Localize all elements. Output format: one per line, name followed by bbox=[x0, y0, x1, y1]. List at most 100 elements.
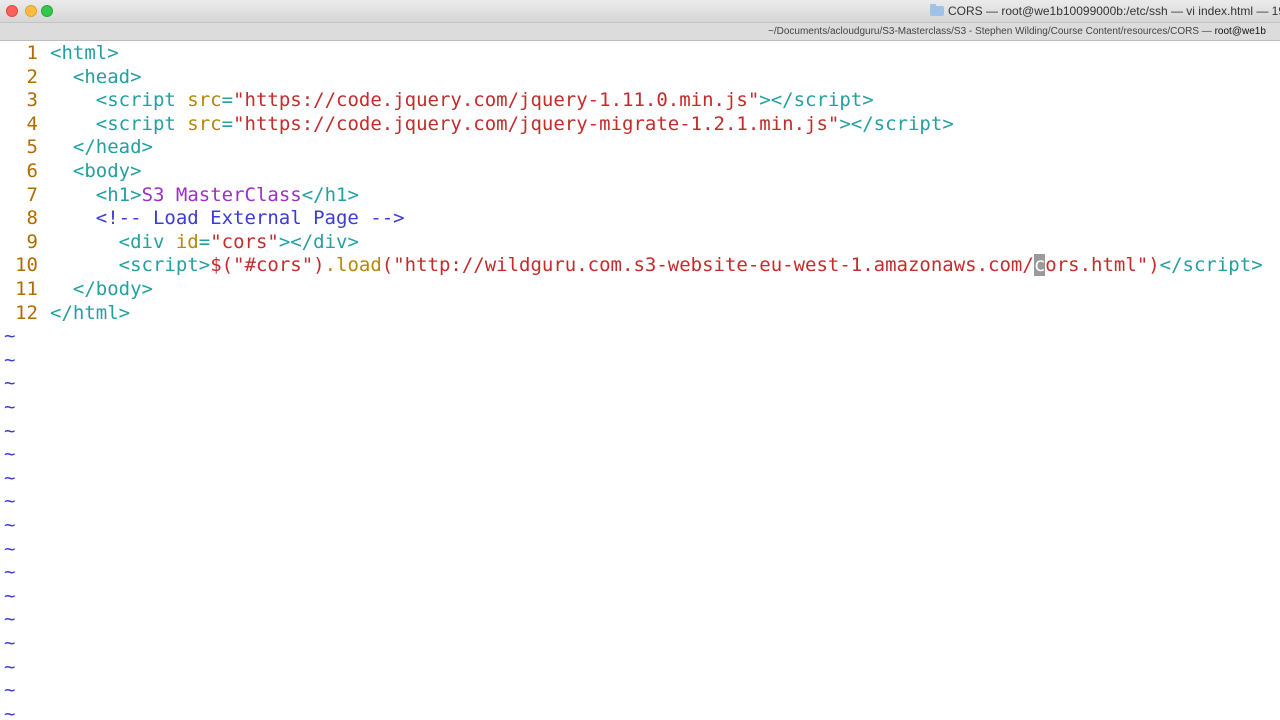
code-text: <body> bbox=[50, 160, 142, 183]
empty-line-marker: ~ bbox=[4, 632, 16, 654]
code-token: h1 bbox=[107, 183, 131, 206]
code-line[interactable]: 8 <!-- Load External Page --> bbox=[0, 207, 405, 230]
empty-line-marker: ~ bbox=[4, 419, 16, 442]
close-window-button[interactable] bbox=[6, 5, 18, 17]
title-bar[interactable]: CORS — root@we1b10099000b:/etc/ssh — vi … bbox=[0, 0, 1280, 23]
code-text: </body> bbox=[50, 278, 153, 301]
code-token: head bbox=[84, 65, 131, 88]
code-text: <script>$("#cors").load("http://wildguru… bbox=[50, 254, 1263, 277]
code-line[interactable]: 11 </body> bbox=[0, 278, 153, 301]
code-token: = bbox=[198, 230, 211, 253]
tab-title[interactable]: ~/Documents/acloudguru/S3-Masterclass/S3… bbox=[768, 26, 1266, 37]
code-token: html bbox=[61, 42, 108, 64]
code-token: </ bbox=[72, 278, 96, 300]
code-token: = bbox=[221, 112, 234, 135]
code-text: </head> bbox=[50, 136, 153, 159]
code-token: body bbox=[84, 160, 131, 182]
code-token: ("http://wildguru.com.s3-website-eu-west… bbox=[381, 254, 1034, 277]
code-token: > bbox=[347, 183, 359, 206]
code-token: = bbox=[221, 89, 234, 112]
code-line[interactable]: 4 <script src="https://code.jquery.com/j… bbox=[0, 113, 954, 136]
code-token: > bbox=[141, 136, 153, 159]
empty-line-marker: ~ bbox=[4, 514, 16, 536]
code-token: "https://code.jquery.com/jquery-1.11.0.m… bbox=[233, 89, 760, 112]
empty-line-marker: ~ bbox=[4, 372, 16, 395]
code-token: ></ bbox=[278, 230, 314, 253]
code-token: > bbox=[198, 254, 211, 277]
code-token: > bbox=[862, 89, 874, 112]
code-token: script bbox=[793, 89, 863, 112]
empty-line-marker: ~ bbox=[4, 679, 16, 702]
text-cursor: c bbox=[1033, 254, 1046, 277]
line-number: 6 bbox=[26, 160, 38, 182]
empty-line-marker: ~ bbox=[4, 702, 16, 720]
code-token: ors.html") bbox=[1045, 254, 1160, 277]
vi-editor[interactable]: 1 <html> 2 <head> 3 <script src="https://co… bbox=[0, 41, 1280, 720]
code-token: .load bbox=[324, 254, 382, 277]
minimize-window-button[interactable] bbox=[25, 5, 37, 17]
line-number: 4 bbox=[26, 112, 38, 135]
code-line[interactable]: 7 <h1>S3 MasterClass</h1> bbox=[0, 184, 359, 207]
code-token: > bbox=[118, 301, 131, 324]
code-text: <html> bbox=[50, 42, 119, 65]
code-token: "cors" bbox=[210, 230, 279, 253]
code-line[interactable]: 10 <script>$("#cors").load("http://wildg… bbox=[0, 254, 1263, 277]
code-token: head bbox=[95, 136, 142, 159]
terminal-window: CORS — root@we1b10099000b:/etc/ssh — vi … bbox=[0, 0, 1280, 720]
maximize-window-button[interactable] bbox=[41, 5, 53, 17]
code-line[interactable]: 2 <head> bbox=[0, 66, 142, 89]
empty-line-marker: ~ bbox=[4, 466, 16, 489]
code-text: </html> bbox=[50, 302, 130, 325]
code-line[interactable]: 1 <html> bbox=[0, 42, 119, 65]
code-text: <script src="https://code.jquery.com/jqu… bbox=[50, 89, 874, 112]
terminal-tab-bar[interactable]: ~/Documents/acloudguru/S3-Masterclass/S3… bbox=[0, 23, 1280, 41]
empty-line-marker: ~ bbox=[4, 325, 16, 348]
empty-line-marker: ~ bbox=[4, 443, 16, 466]
empty-line-marker: ~ bbox=[4, 396, 16, 418]
code-token: script bbox=[130, 254, 199, 277]
window-title-text: CORS — root@we1b10099000b:/etc/ssh — vi … bbox=[948, 4, 1280, 18]
empty-line-marker: ~ bbox=[4, 608, 16, 631]
code-token: ></ bbox=[839, 112, 874, 135]
code-token: < bbox=[50, 42, 62, 64]
code-line[interactable]: 6 <body> bbox=[0, 160, 142, 183]
code-text: <h1>S3 MasterClass</h1> bbox=[50, 184, 359, 207]
code-token: > bbox=[130, 160, 142, 182]
code-line[interactable]: 5 </head> bbox=[0, 136, 153, 159]
empty-line-marker: ~ bbox=[4, 584, 16, 607]
code-token: src bbox=[175, 112, 222, 135]
tab-path: ~/Documents/acloudguru/S3-Masterclass/S3… bbox=[768, 26, 1200, 37]
empty-line-marker: ~ bbox=[4, 490, 16, 513]
line-number: 2 bbox=[26, 65, 38, 88]
tab-separator: — bbox=[1199, 26, 1215, 37]
code-token: $("#cors") bbox=[210, 254, 325, 277]
code-text: <script src="https://code.jquery.com/jqu… bbox=[50, 113, 954, 136]
code-token: > bbox=[347, 230, 359, 253]
code-line[interactable]: 3 <script src="https://code.jquery.com/j… bbox=[0, 89, 874, 112]
code-token: > bbox=[130, 65, 142, 88]
line-number: 5 bbox=[26, 136, 38, 159]
code-token: html bbox=[72, 301, 119, 324]
code-token: < bbox=[95, 112, 108, 135]
code-token: id bbox=[164, 230, 199, 253]
empty-line-marker: ~ bbox=[4, 655, 16, 678]
code-token: < bbox=[95, 183, 108, 206]
window-title: CORS — root@we1b10099000b:/etc/ssh — vi … bbox=[930, 4, 1280, 18]
code-line[interactable]: 9 <div id="cors"></div> bbox=[0, 231, 359, 254]
code-line[interactable]: 12 </html> bbox=[0, 302, 130, 325]
code-token: h1 bbox=[324, 183, 348, 206]
code-token: </ bbox=[1159, 254, 1183, 277]
line-number: 1 bbox=[26, 42, 38, 64]
code-token: < bbox=[95, 89, 108, 112]
line-number: 9 bbox=[26, 230, 38, 253]
code-token: "https://code.jquery.com/jquery-migrate-… bbox=[233, 112, 840, 135]
code-token: > bbox=[141, 278, 153, 300]
line-number: 11 bbox=[15, 278, 38, 300]
code-token: S3 MasterClass bbox=[141, 183, 302, 206]
